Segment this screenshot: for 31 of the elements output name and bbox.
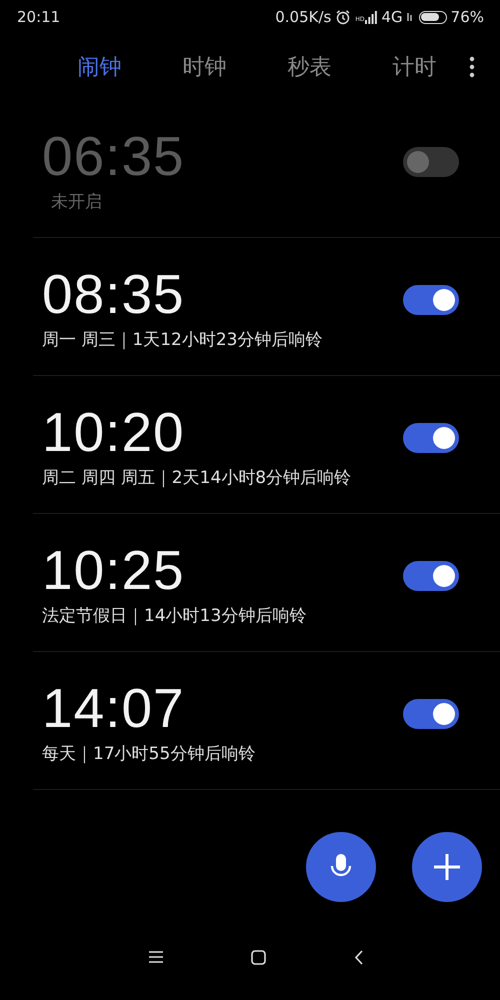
alarm-toggle[interactable] [403, 560, 459, 590]
alarm-clock-icon [335, 9, 352, 25]
data-activity-icon [406, 13, 412, 21]
alarm-description: 周二 周四 周五｜2天14小时8分钟后响铃 [42, 467, 352, 489]
network-type: 4G [381, 8, 403, 26]
battery-percent: 76% [450, 8, 484, 26]
signal-icon [365, 10, 378, 24]
network-speed: 0.05K/s [275, 8, 332, 26]
alarm-time[interactable]: 10:20 [42, 400, 185, 464]
alarm-time[interactable]: 14:07 [42, 676, 185, 740]
battery-icon [418, 10, 447, 24]
alarm-time[interactable]: 08:35 [42, 262, 185, 326]
tab[interactable]: 时钟 [152, 52, 257, 82]
tab[interactable]: 计时 [362, 52, 467, 82]
back-icon[interactable] [354, 950, 363, 964]
menu-icon[interactable] [149, 951, 163, 963]
home-icon[interactable] [251, 950, 266, 964]
alarm-toggle[interactable] [403, 284, 459, 314]
more-options-icon[interactable] [469, 56, 475, 78]
alarm-description: 未开启 [51, 191, 102, 213]
alarm-description: 周一 周三｜1天12小时23分钟后响铃 [42, 329, 322, 351]
alarm-time[interactable]: 10:25 [42, 538, 185, 602]
alarm-description: 法定节假日｜14小时13分钟后响铃 [42, 605, 306, 627]
alarm-toggle[interactable] [403, 422, 459, 452]
plus-icon [432, 852, 462, 882]
alarm-toggle[interactable] [403, 146, 459, 176]
status-time: 20:11 [17, 8, 60, 26]
alarm-toggle[interactable] [403, 698, 459, 728]
tab[interactable]: 秒表 [257, 52, 362, 82]
tab[interactable]: 闹钟 [47, 52, 152, 82]
alarm-description: 每天｜17小时55分钟后响铃 [42, 743, 256, 765]
